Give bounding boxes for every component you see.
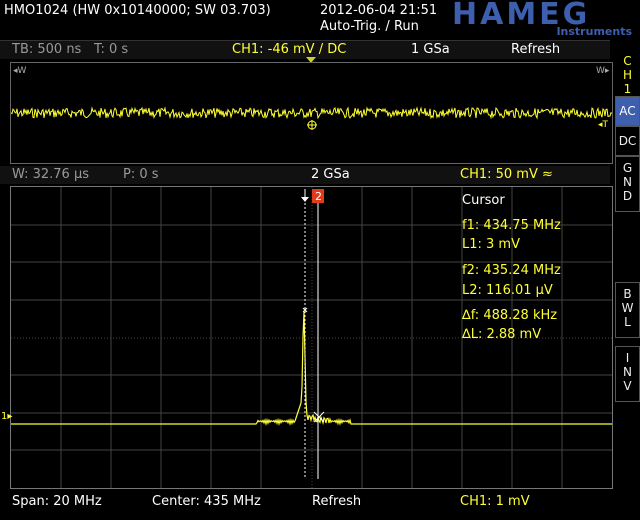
window-left-marker: ◂W: [13, 66, 27, 76]
zoom-channel[interactable]: CH1: 50 mV ≈: [460, 167, 553, 183]
side-ch1-label: CH1: [615, 50, 640, 96]
cursor-l2: L2: 116.01 µV: [462, 283, 553, 298]
cursor-title: Cursor: [462, 193, 505, 208]
overview-line: [11, 106, 612, 120]
device-info: HMO1024 (HW 0x10140000; SW 03.703): [4, 3, 271, 18]
bottom-mode[interactable]: Refresh: [312, 494, 361, 510]
span-setting[interactable]: Span: 20 MHz: [12, 494, 102, 510]
cursor-delta-f: ∆f: 488.28 kHz: [462, 308, 558, 323]
coupling-dc-button[interactable]: DC: [615, 126, 640, 156]
cursor-2-label: 2: [315, 190, 322, 203]
center-setting[interactable]: Center: 435 MHz: [152, 494, 261, 510]
brand-sub: Instruments: [556, 25, 632, 38]
coupling-ac-button[interactable]: AC: [615, 96, 640, 126]
trigger-level-marker: ◂T: [598, 120, 609, 130]
side-letter: L: [624, 315, 631, 329]
spectrum-window[interactable]: 2 1▸ Cursor f1: 434.75 MHz L1: 3 mV f2: …: [1, 186, 613, 489]
zoom-bar: W: 32.76 µs P: 0 s 2 GSa CH1: 50 mV ≈: [0, 166, 610, 184]
side-letter: I: [625, 351, 630, 365]
timebase[interactable]: TB: 500 ns: [12, 42, 81, 58]
side-letter: 1: [623, 82, 632, 96]
side-letter: N: [623, 365, 632, 379]
cursor-f1: f1: 434.75 MHz: [462, 218, 561, 233]
bandwidth-limit-button[interactable]: BWL: [615, 282, 640, 338]
cursor-delta-l: ∆L: 2.88 mV: [462, 327, 542, 342]
side-letter: N: [623, 175, 632, 189]
channel-ground-marker[interactable]: 1▸: [1, 411, 12, 422]
title-bar: HMO1024 (HW 0x10140000; SW 03.703) 2012-…: [0, 0, 640, 38]
side-letter: B: [623, 287, 632, 301]
side-letter: G: [622, 161, 633, 175]
side-menu: CH1 AC DC GND BWL INV: [615, 40, 640, 520]
cursor-f2: f2: 435.24 MHz: [462, 263, 561, 278]
trigger-status: Auto-Trig. / Run: [320, 19, 419, 34]
timebase-bar: TB: 500 ns T: 0 s CH1: -46 mV / DC 1 GSa…: [0, 40, 610, 63]
cursor-1-handle-icon[interactable]: [301, 189, 309, 202]
cursor-2-marker[interactable]: 2: [312, 189, 324, 203]
cursor-l1: L1: 3 mV: [462, 237, 520, 252]
side-letter: C: [623, 54, 632, 68]
overview-trace: [11, 106, 612, 120]
channel-setting[interactable]: CH1: -46 mV / DC: [232, 42, 346, 58]
coupling-gnd-button[interactable]: GND: [615, 156, 640, 212]
sample-rate: 1 GSa: [411, 42, 450, 57]
bottom-channel-scale[interactable]: CH1: 1 mV: [460, 494, 530, 510]
side-letter: D: [622, 189, 633, 203]
acq-mode[interactable]: Refresh: [511, 42, 560, 58]
trigger-crosshair-icon: [307, 120, 317, 130]
hameg-logo: HAMEG Instruments: [452, 0, 634, 38]
invert-button[interactable]: INV: [615, 346, 640, 402]
overview-trace-svg: [11, 106, 612, 130]
time-offset[interactable]: T: 0 s: [94, 42, 128, 58]
side-letter: H: [622, 68, 633, 82]
bottom-bar: Span: 20 MHz Center: 435 MHz Refresh CH1…: [0, 490, 640, 520]
window-right-marker: W▸: [596, 66, 610, 76]
side-letter: V: [623, 379, 632, 393]
overview-window[interactable]: ◂W W▸ ◂T: [10, 62, 613, 164]
datetime: 2012-06-04 21:51: [320, 3, 438, 18]
zoom-position[interactable]: P: 0 s: [123, 167, 159, 183]
zoom-window[interactable]: W: 32.76 µs: [12, 167, 89, 183]
side-letter: W: [621, 301, 634, 315]
zoom-sample-rate: 2 GSa: [311, 167, 350, 182]
